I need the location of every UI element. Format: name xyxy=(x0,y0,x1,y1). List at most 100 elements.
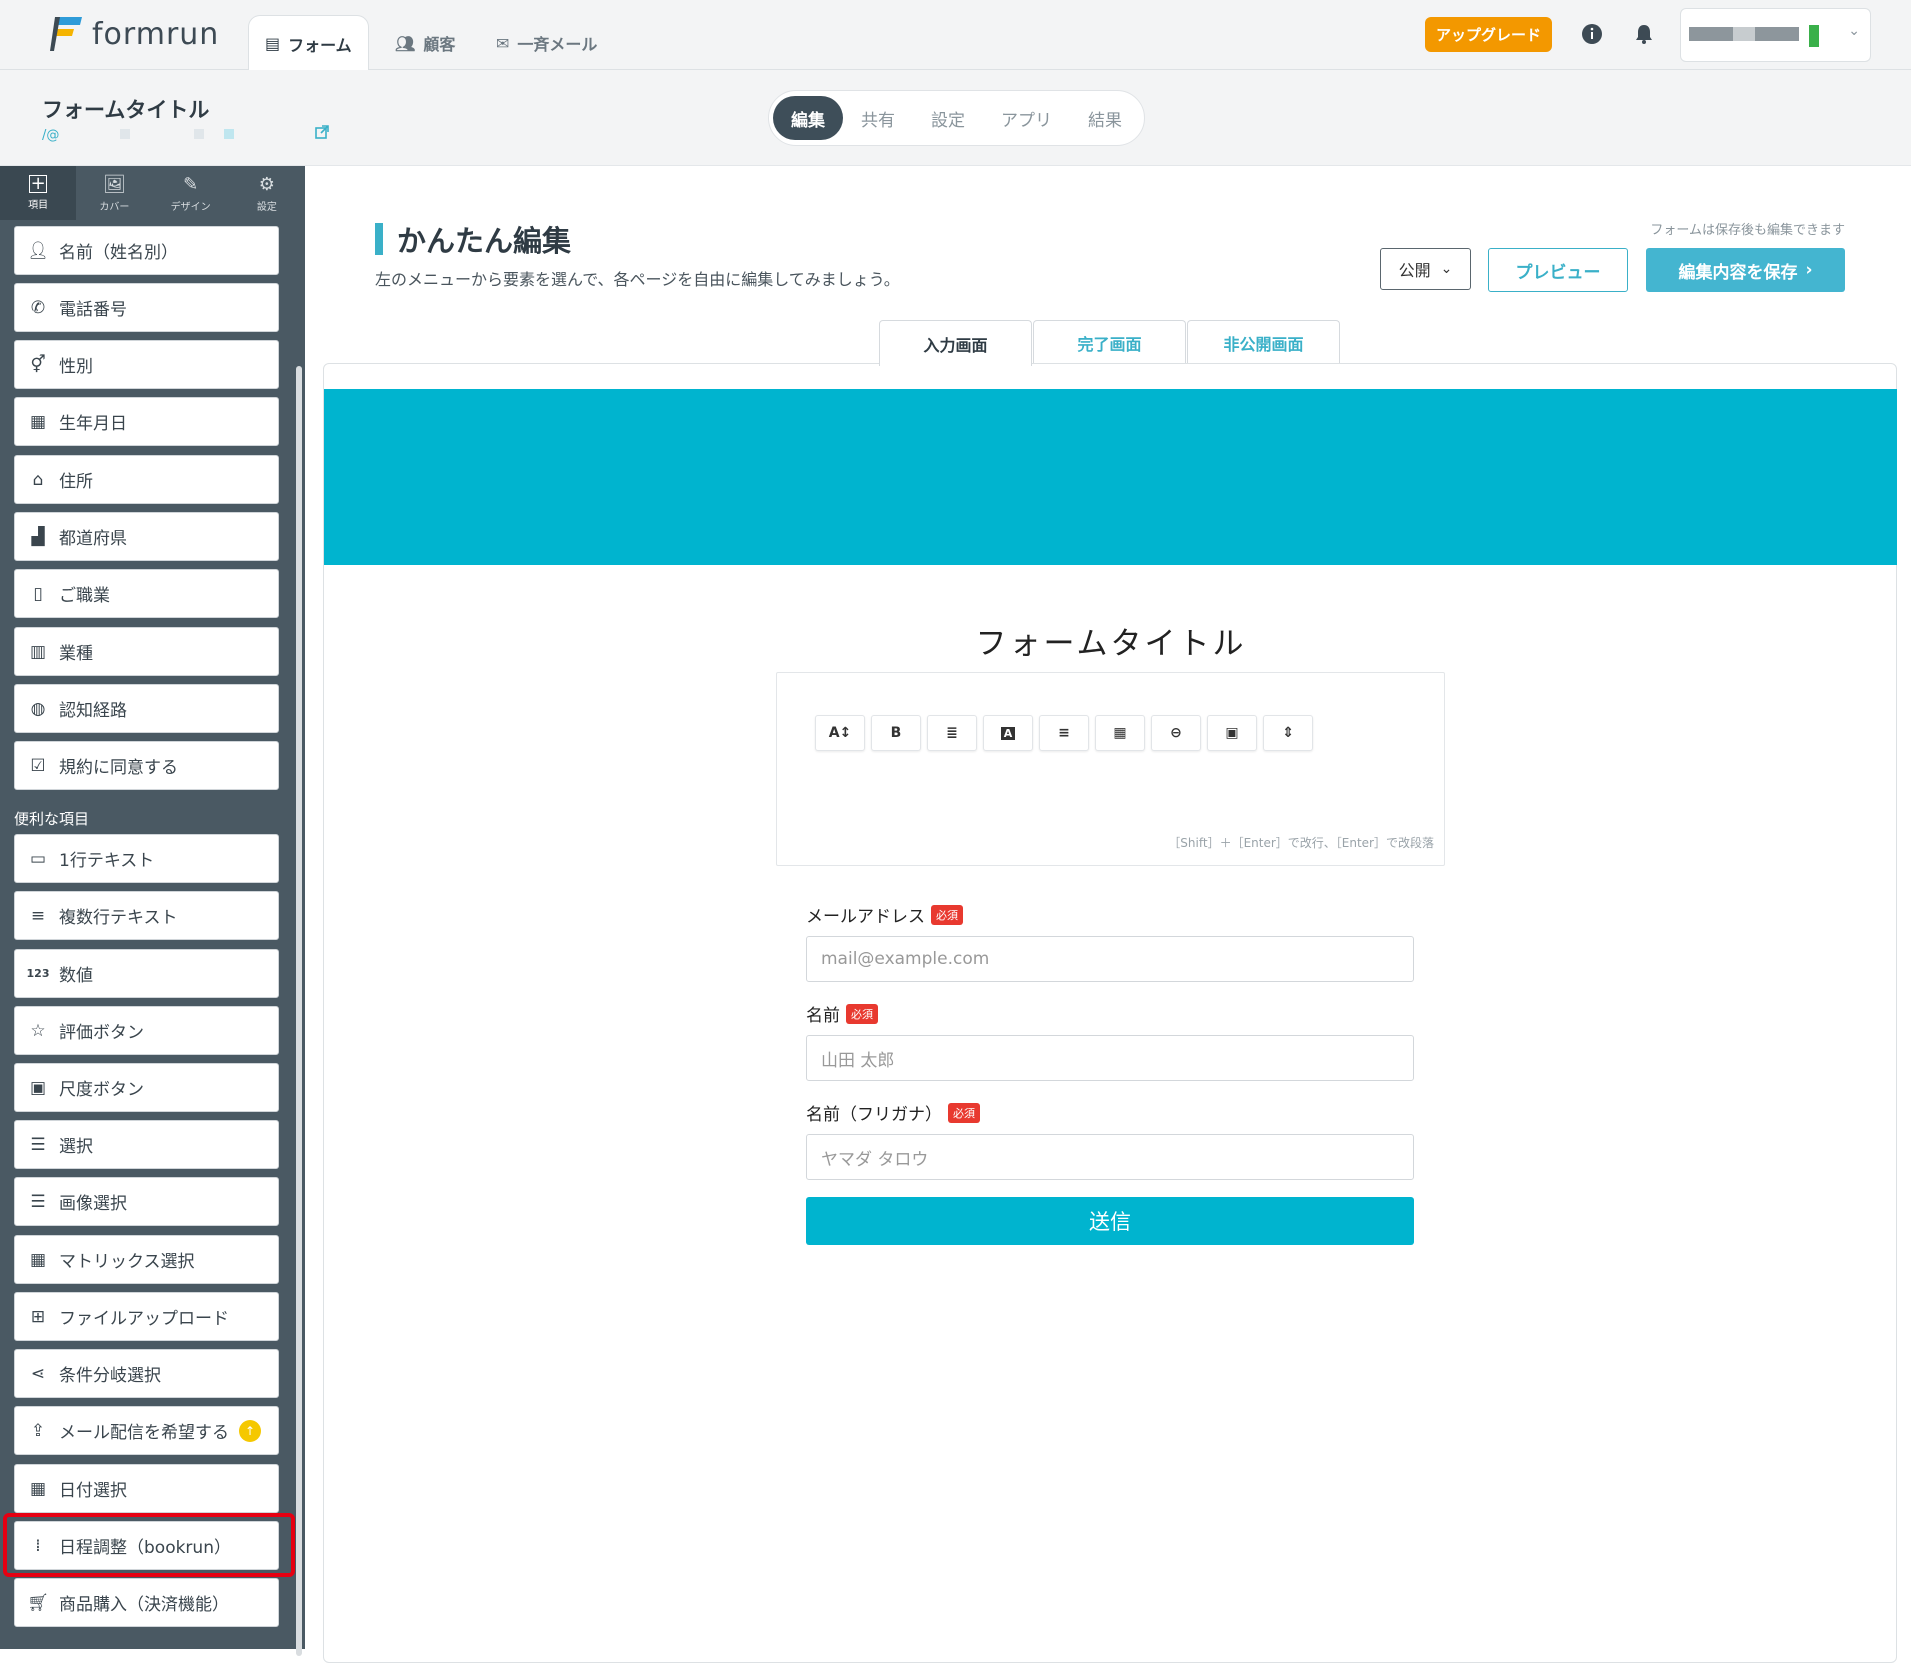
avatar-badge xyxy=(1809,25,1819,47)
checkbox-icon: ☑ xyxy=(30,755,46,776)
tab-bulk-mail[interactable]: ✉ 一斉メール xyxy=(496,15,597,71)
align-icon[interactable]: ≡ xyxy=(1039,715,1089,751)
mode-apps[interactable]: アプリ xyxy=(983,96,1070,140)
link-icon[interactable]: ⊖ xyxy=(1151,715,1201,751)
sidebar-item-label: 日付選択 xyxy=(59,1481,127,1501)
sidebar-scrollbar[interactable] xyxy=(296,366,302,1656)
tab-complete-page[interactable]: 完了画面 xyxy=(1033,320,1186,364)
sidebar-tab-design[interactable]: ✎ デザイン xyxy=(153,166,229,220)
text-color-icon[interactable]: A xyxy=(983,715,1033,751)
sidebar-item-date[interactable]: ▦ 日付選択 xyxy=(14,1464,279,1513)
mode-edit[interactable]: 編集 xyxy=(773,96,843,140)
external-link-icon[interactable] xyxy=(314,124,330,145)
image-icon[interactable]: ▣ xyxy=(1207,715,1257,751)
submit-button[interactable]: 送信 xyxy=(806,1197,1414,1245)
tab-bulk-mail-label: 一斉メール xyxy=(517,35,598,54)
share-icon: ⋖ xyxy=(30,1363,46,1384)
section-title: かんたん編集 xyxy=(375,218,571,260)
bell-icon[interactable] xyxy=(1632,22,1656,46)
sidebar-item-label: 認知経路 xyxy=(59,701,127,721)
people-icon: 👥︎ xyxy=(395,33,416,53)
sidebar-item-mail-optin[interactable]: ⇪ メール配信を希望する ↑ xyxy=(14,1406,279,1455)
brand-name: formrun xyxy=(92,16,220,52)
sidebar-item-name[interactable]: 👤︎ 名前（姓名別） xyxy=(14,226,279,275)
mode-share[interactable]: 共有 xyxy=(843,96,913,140)
sidebar-item-label: ご職業 xyxy=(59,586,110,606)
sidebar-item-prefecture[interactable]: ▟ 都道府県 xyxy=(14,512,279,561)
required-badge: 必須 xyxy=(931,904,963,925)
highlight-box xyxy=(3,1513,295,1577)
title-accent-bar xyxy=(375,223,383,255)
info-icon[interactable] xyxy=(1580,22,1604,46)
upgrade-button[interactable]: アップグレード xyxy=(1425,17,1552,52)
sidebar-tab-label: 設定 xyxy=(256,201,277,213)
bold-icon[interactable]: B xyxy=(871,715,921,751)
save-button-label: 編集内容を保存 xyxy=(1678,262,1798,283)
sidebar-item-source[interactable]: ◍ 認知経路 xyxy=(14,684,279,733)
text-color-glyph: A xyxy=(1000,726,1016,740)
sidebar-tab-settings[interactable]: ⚙ 設定 xyxy=(229,166,305,220)
table-icon: ▦ xyxy=(29,1249,47,1270)
add-icon: + xyxy=(29,173,48,194)
sidebar-item-occupation[interactable]: ▯ ご職業 xyxy=(14,569,279,618)
form-url[interactable]: /@ xyxy=(42,128,234,143)
list-icon: ☰ xyxy=(30,1191,46,1212)
email-field[interactable]: mail@example.com xyxy=(806,936,1414,982)
sidebar-item-birthday[interactable]: ▦ 生年月日 xyxy=(14,397,279,446)
sidebar-tab-cover[interactable]: 🖼︎ カバー xyxy=(76,166,152,220)
sidebar-item-gender[interactable]: ⚥ 性別 xyxy=(14,340,279,389)
preview-button[interactable]: プレビュー xyxy=(1488,248,1628,292)
tab-form[interactable]: ▤ フォーム xyxy=(248,15,369,71)
mode-results[interactable]: 結果 xyxy=(1070,96,1140,140)
formrun-logo-icon xyxy=(50,15,84,53)
sidebar-item-payment[interactable]: 🛒︎ 商品購入（決済機能） xyxy=(14,1578,279,1627)
star-icon: ☆ xyxy=(30,1020,46,1041)
tab-customers[interactable]: 👥︎ 顧客 xyxy=(395,15,455,71)
sidebar-item-label: 生年月日 xyxy=(59,414,127,434)
form-canvas-title[interactable]: フォームタイトル xyxy=(0,618,1911,663)
sidebar-item-label: 電話番号 xyxy=(59,300,127,320)
phone-icon: ✆ xyxy=(30,297,46,318)
sidebar-item-scale[interactable]: ▣ 尺度ボタン xyxy=(14,1063,279,1112)
font-size-icon[interactable]: A↕ xyxy=(815,715,865,751)
sidebar-item-multi-line[interactable]: ≡ 複数行テキスト xyxy=(14,891,279,940)
table-icon[interactable]: ▦ xyxy=(1095,715,1145,751)
mode-settings[interactable]: 設定 xyxy=(913,96,983,140)
kana-field[interactable]: ヤマダ タロウ xyxy=(806,1134,1414,1180)
avatar xyxy=(1689,27,1799,41)
sidebar-item-image-choice[interactable]: ☰ 画像選択 xyxy=(14,1177,279,1226)
bullet-list-icon[interactable]: ≣ xyxy=(927,715,977,751)
text-line-icon: ▭ xyxy=(29,848,47,869)
account-menu[interactable]: ⌄ xyxy=(1680,8,1871,62)
sidebar-tab-items[interactable]: + 項目 xyxy=(0,166,77,220)
field-label-text: 名前（フリガナ） xyxy=(806,1105,942,1125)
name-field[interactable]: 山田 太郎 xyxy=(806,1035,1414,1081)
sidebar-item-address[interactable]: ⌂ 住所 xyxy=(14,455,279,504)
sidebar-item-single-line[interactable]: ▭ 1行テキスト xyxy=(14,834,279,883)
sidebar-item-conditional[interactable]: ⋖ 条件分岐選択 xyxy=(14,1349,279,1398)
sidebar-item-label: マトリックス選択 xyxy=(59,1252,195,1272)
badge-icon: ▯ xyxy=(33,583,43,604)
premium-icon: ↑ xyxy=(239,1419,261,1442)
sidebar-item-rating[interactable]: ☆ 評価ボタン xyxy=(14,1006,279,1055)
sidebar-item-number[interactable]: 123 数値 xyxy=(14,949,279,998)
tab-private-page[interactable]: 非公開画面 xyxy=(1187,320,1340,364)
description-editor[interactable]: A↕ B ≣ A ≡ ▦ ⊖ ▣ ⇕ ［Shift］＋［Enter］で改行、［E… xyxy=(776,672,1445,866)
sidebar-item-choice[interactable]: ☰ 選択 xyxy=(14,1120,279,1169)
sidebar-tab-label: 項目 xyxy=(28,200,49,211)
sidebar-item-matrix[interactable]: ▦ マトリックス選択 xyxy=(14,1235,279,1284)
sidebar-tab-label: カバー xyxy=(99,201,130,213)
divider-icon[interactable]: ⇕ xyxy=(1263,715,1313,751)
publish-select-value: 公開 xyxy=(1398,261,1431,280)
publish-select[interactable]: 公開 ⌄ xyxy=(1380,248,1471,290)
tab-input-page[interactable]: 入力画面 xyxy=(879,320,1032,366)
sidebar-item-file-upload[interactable]: ⊞ ファイルアップロード xyxy=(14,1292,279,1341)
logo[interactable]: formrun xyxy=(50,14,219,54)
sidebar-item-phone[interactable]: ✆ 電話番号 xyxy=(14,283,279,332)
sidebar-item-label: 尺度ボタン xyxy=(59,1080,144,1100)
form-title: フォームタイトル xyxy=(42,98,210,122)
sidebar-item-terms[interactable]: ☑ 規約に同意する xyxy=(14,741,279,790)
calendar-icon: ▦ xyxy=(29,411,47,432)
save-button[interactable]: 編集内容を保存 › xyxy=(1646,248,1845,292)
cover-banner[interactable] xyxy=(324,389,1897,565)
